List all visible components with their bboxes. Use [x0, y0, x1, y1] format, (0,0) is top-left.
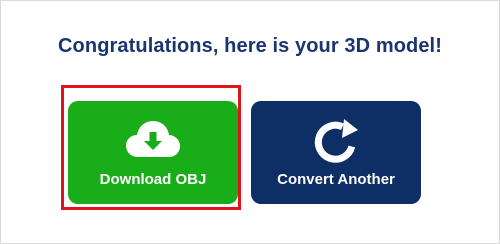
refresh-icon: [251, 119, 421, 165]
result-panel: Congratulations, here is your 3D model! …: [0, 0, 500, 244]
download-obj-label: Download OBJ: [99, 171, 207, 188]
convert-another-button[interactable]: Convert Another: [251, 101, 421, 204]
cloud-download-icon: [68, 119, 238, 159]
page-title: Congratulations, here is your 3D model!: [58, 35, 442, 57]
download-obj-button[interactable]: Download OBJ: [68, 101, 238, 204]
convert-another-label: Convert Another: [277, 171, 395, 188]
